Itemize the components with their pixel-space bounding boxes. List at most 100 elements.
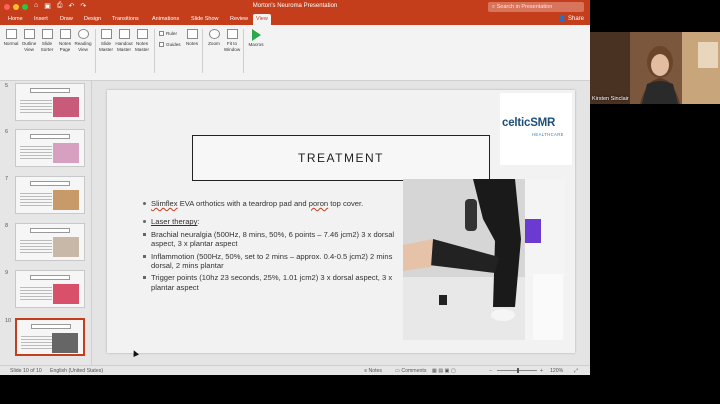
macros-label: Macros	[248, 42, 264, 47]
zoom-in-icon[interactable]: +	[540, 368, 543, 374]
share-button[interactable]: 👤 Share	[559, 15, 584, 22]
reading-view-button[interactable]: Reading View	[72, 29, 94, 52]
text-run: EVA orthotics with a teardrop pad and	[177, 199, 309, 208]
thumbnail-title	[30, 88, 70, 93]
slide-body-text[interactable]: Slimflex EVA orthotics with a teardrop p…	[143, 199, 401, 295]
guides-label: Guides	[166, 42, 181, 47]
text-run: :	[197, 217, 200, 227]
notes-toggle-label: Notes	[368, 368, 383, 374]
slide-editor: celticSMR HEALTHCARE TREATMENT Slimflex …	[92, 81, 590, 365]
company-logo: celticSMR HEALTHCARE	[500, 93, 572, 165]
normal-view-label: Normal	[3, 41, 19, 46]
title-bar: ⌂ ▣ ⎙ ↶ ↷ Morton's Neuroma Presentation …	[0, 0, 590, 14]
zoom-out-icon[interactable]: −	[489, 368, 492, 374]
zoom-level[interactable]: 120%	[550, 368, 563, 374]
status-bar: Slide 10 of 10 English (United States) ≡…	[0, 365, 590, 375]
slide-sorter-icon	[41, 29, 53, 39]
outline-view-label: Outline View	[21, 41, 37, 52]
thumbnail-preview	[15, 270, 85, 308]
thumbnail-image	[53, 143, 79, 163]
participant-name: Kirsten Sinclair	[592, 96, 629, 102]
reading-view-icon	[77, 29, 89, 39]
tab-design[interactable]: Design	[81, 15, 104, 23]
powerpoint-window: ⌂ ▣ ⎙ ↶ ↷ Morton's Neuroma Presentation …	[0, 0, 590, 375]
thumbnail-text	[21, 334, 53, 350]
current-slide[interactable]: celticSMR HEALTHCARE TREATMENT Slimflex …	[107, 90, 575, 353]
play-icon	[251, 29, 261, 41]
tab-draw[interactable]: Draw	[57, 15, 76, 23]
zoom-label: Zoom	[208, 41, 220, 46]
thumbnail-image	[53, 97, 79, 117]
notes-icon	[186, 29, 198, 39]
notes-master-label: Notes Master	[134, 41, 150, 52]
tab-insert[interactable]: Insert	[31, 15, 51, 23]
tab-home[interactable]: Home	[5, 15, 26, 23]
slide-title-box[interactable]: TREATMENT	[192, 135, 490, 181]
tab-transitions[interactable]: Transitions	[109, 15, 142, 23]
notes-page-label: Notes Page	[58, 41, 71, 52]
macros-button[interactable]: Macros	[245, 29, 267, 48]
tab-animations[interactable]: Animations	[149, 15, 182, 23]
bullet-inflammotion: Inflammotion (500Hz, 50%, set to 2 mins …	[143, 252, 401, 271]
thumbnail-text	[20, 98, 52, 114]
thumbnail-number: 8	[5, 223, 9, 229]
thumbnail-text	[20, 191, 52, 207]
checkbox-icon	[159, 31, 164, 36]
thumbnail-text	[20, 238, 52, 254]
magnifier-icon	[208, 29, 220, 39]
thumbnail-image	[52, 333, 78, 353]
notes-button[interactable]: Notes	[181, 29, 203, 47]
zoom-slider-handle[interactable]	[517, 368, 519, 373]
notes-toggle[interactable]: ≡ Notes	[364, 368, 382, 374]
thumbnail-number: 7	[5, 176, 9, 182]
slide-title: TREATMENT	[298, 151, 384, 165]
slide-master-icon	[100, 29, 112, 39]
bullet-trigger-points: Trigger points (10hz 23 seconds, 25%, 1.…	[143, 273, 401, 292]
checkbox-icon	[159, 42, 164, 47]
thumbnail-title	[30, 134, 70, 139]
laser-therapy-heading: Laser therapy	[151, 217, 198, 227]
thumbnail-title	[30, 181, 70, 186]
thumbnail-preview	[15, 83, 85, 121]
treatment-photo[interactable]	[403, 179, 565, 340]
ribbon-separator	[243, 29, 244, 73]
thumbnail-title	[30, 275, 70, 280]
thumbnail-title	[30, 228, 70, 233]
view-buttons[interactable]: ▦ ▤ ▣ ▢	[432, 368, 456, 374]
fit-slide-icon[interactable]: ⤢	[574, 368, 578, 375]
notes-label: Notes	[185, 41, 198, 46]
webcam-tile: Kirsten Sinclair	[590, 32, 720, 104]
slide-counter: Slide 10 of 10	[10, 368, 42, 374]
ribbon-separator	[154, 29, 155, 73]
thumbnail-text	[20, 285, 52, 301]
search-input[interactable]: ⌕ Search in Presentation	[488, 2, 584, 12]
bullet-laser-heading: Laser therapy:	[143, 217, 401, 226]
logo-wordmark: celticSMR	[502, 117, 556, 129]
tab-slide-show[interactable]: Slide Show	[188, 15, 222, 23]
tab-view[interactable]: View	[253, 14, 271, 25]
notes-page-icon	[59, 29, 71, 39]
ruler-checkbox[interactable]: Ruler	[159, 31, 177, 36]
thumbnail-preview	[15, 176, 85, 214]
logo-tagline: HEALTHCARE	[532, 132, 564, 137]
slide-thumbnails-pane: 5 6 7 8 9 10	[0, 81, 92, 365]
thumbnail-preview	[15, 318, 85, 356]
webcam-video	[590, 32, 720, 104]
treatment-photo-image	[403, 179, 565, 340]
text-run: Slimflex	[151, 199, 178, 208]
tab-review[interactable]: Review	[227, 15, 251, 23]
thumbnail-preview	[15, 223, 85, 261]
thumbnail-number: 9	[5, 270, 9, 276]
bullet-brachial: Brachial neuralgia (500Hz, 8 mins, 50%, …	[143, 230, 401, 249]
ruler-label: Ruler	[166, 31, 177, 36]
notes-master-button[interactable]: Notes Master	[131, 29, 153, 52]
screen: ⌂ ▣ ⎙ ↶ ↷ Morton's Neuroma Presentation …	[0, 0, 720, 404]
fit-to-window-button[interactable]: Fit to Window	[221, 29, 243, 52]
thumbnail-image	[53, 190, 79, 210]
slide-sorter-label: Slide Sorter	[40, 41, 54, 52]
language-indicator[interactable]: English (United States)	[50, 368, 103, 374]
guides-checkbox[interactable]: Guides	[159, 42, 181, 47]
thumbnail-number: 10	[5, 318, 12, 324]
thumbnail-image	[53, 284, 79, 304]
comments-toggle[interactable]: ▭ Comments	[395, 368, 426, 374]
